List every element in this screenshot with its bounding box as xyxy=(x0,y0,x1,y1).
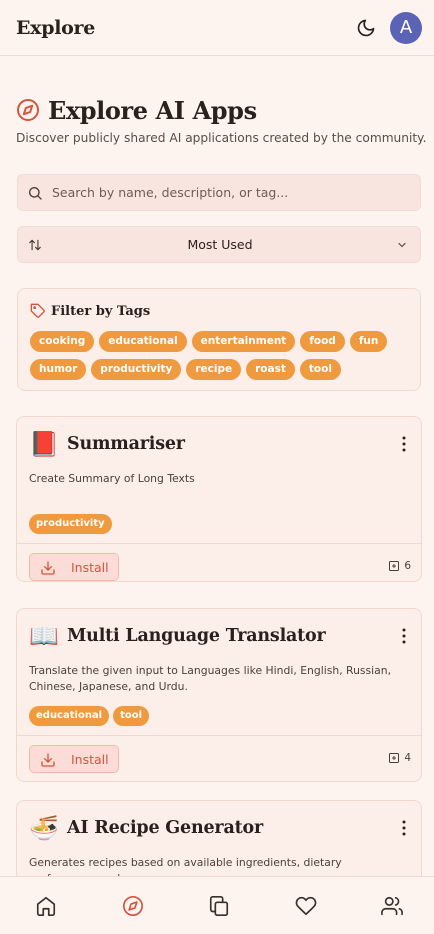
install-count-value: 4 xyxy=(404,752,411,764)
filter-tag[interactable]: food xyxy=(300,331,345,352)
copy-icon xyxy=(209,896,229,916)
top-bar: Explore A xyxy=(0,0,434,56)
app-card[interactable]: 📕 Summariser Create Summary of Long Text… xyxy=(16,416,422,582)
app-name: AI Recipe Generator xyxy=(67,818,263,838)
download-icon xyxy=(41,753,55,767)
app-card-footer: Install 4 xyxy=(17,735,421,781)
install-button[interactable]: Install xyxy=(29,745,119,773)
filter-tag[interactable]: humor xyxy=(30,359,87,380)
chevron-down-icon xyxy=(398,242,406,248)
app-name: Multi Language Translator xyxy=(67,626,326,646)
app-emoji: 📕 xyxy=(29,430,59,458)
search-icon xyxy=(29,187,42,200)
more-vertical-icon[interactable] xyxy=(401,820,407,836)
app-tag[interactable]: tool xyxy=(113,706,150,726)
tag-filter-header: Filter by Tags xyxy=(30,303,150,319)
plus-square-icon xyxy=(389,753,400,763)
more-vertical-icon[interactable] xyxy=(401,628,407,644)
app-tag[interactable]: productivity xyxy=(29,514,112,534)
install-count: 4 xyxy=(388,752,411,764)
nav-my-apps[interactable] xyxy=(208,895,230,917)
filter-tag[interactable]: fun xyxy=(349,331,388,352)
filter-tag[interactable]: productivity xyxy=(91,359,182,380)
compass-icon xyxy=(17,99,39,121)
tag-filter-list: cooking educational entertainment food f… xyxy=(30,331,410,380)
app-description: Create Summary of Long Texts xyxy=(29,472,195,485)
filter-tag[interactable]: tool xyxy=(299,359,341,380)
app-description: Translate the given input to Languages l… xyxy=(29,664,392,693)
app-card[interactable]: 📖 Multi Language Translator Translate th… xyxy=(16,608,422,782)
app-title: Explore xyxy=(16,17,95,39)
avatar[interactable]: A xyxy=(390,12,422,44)
app-card-footer: Install 6 xyxy=(17,543,421,581)
nav-community[interactable] xyxy=(381,895,403,917)
plus-square-icon xyxy=(389,561,400,571)
app-emoji: 📖 xyxy=(29,622,59,650)
install-label: Install xyxy=(71,560,109,575)
nav-home[interactable] xyxy=(35,895,57,917)
tag-icon xyxy=(30,303,45,318)
nav-favorites[interactable] xyxy=(295,895,317,917)
filter-tag[interactable]: cooking xyxy=(30,331,95,352)
page-title: Explore AI Apps xyxy=(48,95,257,125)
sort-select[interactable]: Most Used xyxy=(17,226,421,263)
users-icon xyxy=(381,896,403,916)
install-count-value: 6 xyxy=(404,560,411,572)
page-subtitle: Discover publicly shared AI applications… xyxy=(16,131,427,145)
page-heading: Explore AI Apps xyxy=(16,94,257,126)
compass-icon xyxy=(123,896,143,916)
nav-explore[interactable] xyxy=(122,895,144,917)
home-icon xyxy=(36,896,56,916)
app-emoji: 🍜 xyxy=(29,814,59,842)
app-tag[interactable]: educational xyxy=(29,706,110,726)
moon-icon[interactable] xyxy=(356,18,376,38)
filter-tag[interactable]: roast xyxy=(246,359,295,380)
app-tags: educational tool xyxy=(29,706,150,726)
install-label: Install xyxy=(71,752,109,767)
app-name: Summariser xyxy=(67,434,185,454)
bottom-navigation xyxy=(0,876,434,934)
filter-tag[interactable]: entertainment xyxy=(191,331,296,352)
tag-filter-panel: Filter by Tags cooking educational enter… xyxy=(17,288,421,391)
search-box xyxy=(17,174,421,211)
filter-tag[interactable]: educational xyxy=(99,331,187,352)
app-tags: productivity xyxy=(29,514,112,534)
download-icon xyxy=(41,561,55,575)
heart-icon xyxy=(295,896,317,916)
install-count: 6 xyxy=(388,560,411,572)
install-button[interactable]: Install xyxy=(29,553,119,581)
tag-filter-title: Filter by Tags xyxy=(51,303,151,319)
filter-tag[interactable]: recipe xyxy=(186,359,242,380)
more-vertical-icon[interactable] xyxy=(401,436,407,452)
sort-selected-value: Most Used xyxy=(187,237,253,252)
search-input[interactable] xyxy=(52,175,412,210)
